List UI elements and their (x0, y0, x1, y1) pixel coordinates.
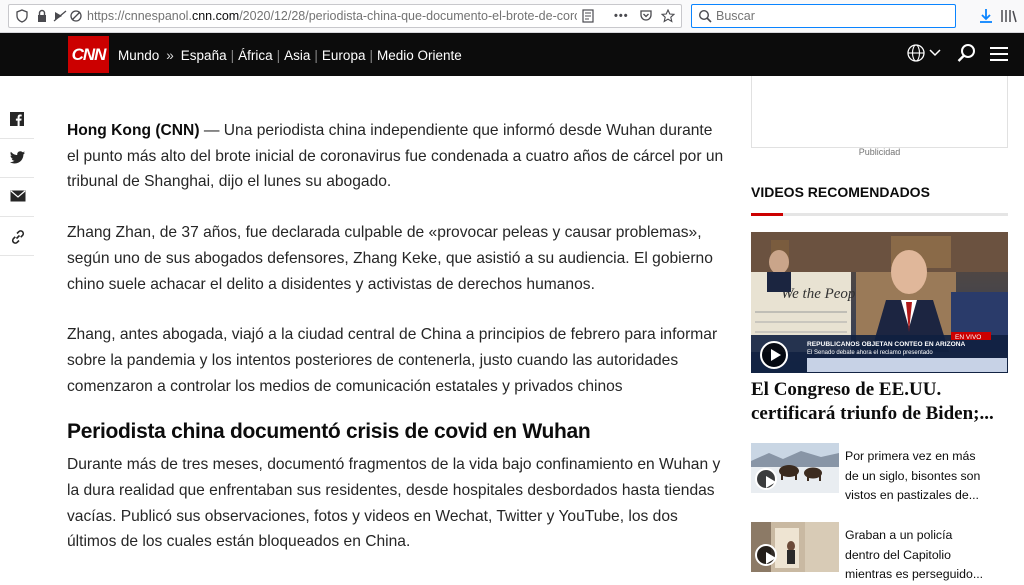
url-path: /2020/12/28/periodista-china-que-documen… (239, 9, 577, 23)
recommended-videos-title: VIDEOS RECOMENDADOS (751, 184, 930, 200)
article-subheading: Periodista china documentó crisis de cov… (67, 420, 591, 444)
email-icon (10, 190, 26, 202)
nav-arrow: » (166, 47, 174, 63)
banner-line2: El Senado debate ahora el reclamo presen… (807, 350, 933, 356)
site-header: CNN Mundo » España | África | Asia | Eur… (0, 33, 1024, 76)
autoplay-blocked-icon[interactable] (53, 9, 67, 23)
article-paragraph: Durante más de tres meses, documentó fra… (67, 456, 721, 551)
share-link[interactable] (0, 217, 34, 256)
search-icon (698, 9, 712, 23)
banner-line1: REPUBLICANOS OBJETAN CONTEO EN ARIZONA (807, 341, 965, 348)
pocket-icon[interactable] (639, 9, 653, 23)
nav-item-espana[interactable]: España (181, 48, 227, 63)
bookmark-star-icon[interactable] (660, 8, 676, 23)
article-body: Hong Kong (CNN) — Una periodista china i… (67, 118, 727, 580)
ad-slot[interactable] (751, 76, 1008, 148)
nav-separator: | (276, 47, 281, 63)
download-icon[interactable] (978, 8, 994, 24)
play-icon[interactable] (755, 468, 777, 490)
play-icon[interactable] (760, 341, 788, 369)
link-icon (11, 230, 25, 244)
share-email[interactable] (0, 178, 34, 217)
lock-icon[interactable] (35, 9, 49, 23)
ad-label: Publicidad (858, 147, 901, 157)
nav-separator: | (230, 47, 235, 63)
url-prefix: https://cnnespanol. (87, 9, 192, 23)
more-actions-icon[interactable]: ••• (614, 9, 628, 23)
menu-icon[interactable] (989, 46, 1009, 67)
nav-separator: | (314, 47, 318, 63)
section-rule (751, 213, 1008, 216)
tracking-icon[interactable] (69, 9, 83, 23)
library-icon[interactable] (1000, 8, 1017, 24)
search-input[interactable] (716, 8, 946, 24)
url-domain: cnn.com (191, 9, 240, 23)
facebook-icon (10, 112, 24, 126)
article-paragraph: Hong Kong (CNN) — Una periodista china i… (67, 118, 727, 195)
nav-item-mundo[interactable]: Mundo (118, 48, 159, 63)
nav-separator: | (369, 47, 373, 63)
video-thumbnail[interactable] (751, 443, 839, 493)
video-thumbnail[interactable] (751, 522, 839, 572)
share-facebook[interactable] (0, 100, 34, 139)
browser-toolbar: https://cnnespanol.cnn.com/2020/12/28/pe… (0, 0, 1024, 33)
document-text: We the People (781, 286, 867, 302)
live-label: EN VIVO (955, 334, 981, 341)
url-text[interactable]: https://cnnespanol.cnn.com/2020/12/28/pe… (87, 9, 577, 25)
nav-item-africa[interactable]: África (238, 48, 273, 63)
featured-video-thumbnail[interactable]: We the People EN VIVO REPUBLICANOS OBJET… (751, 232, 1008, 373)
article-paragraph: Zhang, antes abogada, viajó a la ciudad … (67, 326, 718, 395)
twitter-icon (10, 151, 25, 164)
nav-item-asia[interactable]: Asia (284, 48, 310, 63)
language-globe-icon[interactable] (907, 43, 943, 68)
section-nav: Mundo » España | África | Asia | Europa … (118, 46, 462, 64)
share-twitter[interactable] (0, 139, 34, 178)
video-list-item[interactable]: Por primera vez en más de un siglo, biso… (751, 443, 1008, 503)
address-bar[interactable]: https://cnnespanol.cnn.com/2020/12/28/pe… (8, 4, 682, 28)
featured-video-title[interactable]: El Congreso de EE.UU. certificará triunf… (751, 378, 1008, 426)
nav-item-europa[interactable]: Europa (322, 48, 366, 63)
cnn-logo[interactable]: CNN (68, 36, 109, 73)
reader-view-icon[interactable] (581, 9, 595, 23)
video-title[interactable]: Por primera vez en más de un siglo, biso… (845, 447, 985, 506)
shield-icon[interactable] (15, 9, 29, 23)
search-icon[interactable] (957, 43, 977, 68)
share-rail (0, 100, 34, 256)
nav-item-medio-oriente[interactable]: Medio Oriente (377, 48, 462, 63)
article-paragraph: Zhang Zhan, de 37 años, fue declarada cu… (67, 224, 713, 293)
play-icon[interactable] (755, 544, 777, 566)
search-box[interactable] (691, 4, 956, 28)
video-list-item[interactable]: Graban a un policía dentro del Capitolio… (751, 522, 1008, 582)
dateline: Hong Kong (CNN) (67, 122, 200, 139)
page-scrollbar[interactable] (1011, 76, 1024, 576)
